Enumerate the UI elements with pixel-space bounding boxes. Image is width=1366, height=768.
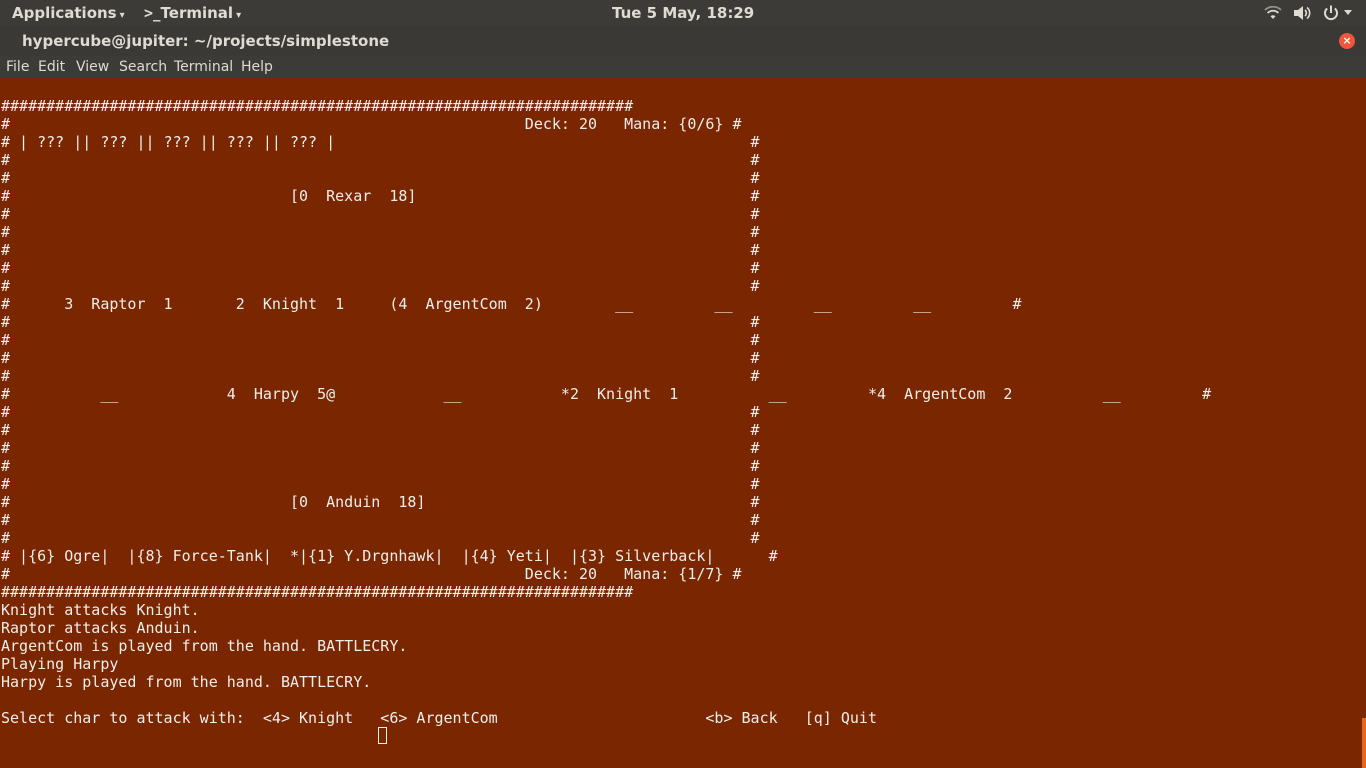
terminal-icon: >: [144, 4, 154, 22]
applications-menu[interactable]: Applications ▾: [12, 3, 125, 23]
terminal-line: Raptor attacks Anduin.: [1, 619, 200, 637]
terminal-line: # #: [1, 169, 760, 187]
terminal-line: # Deck: 20 Mana: {1/7} #: [1, 565, 742, 583]
terminal-line: Harpy is played from the hand. BATTLECRY…: [1, 673, 372, 691]
menubar: File Edit View Search Terminal Help: [0, 56, 1366, 78]
menu-terminal[interactable]: Terminal: [174, 56, 233, 78]
active-app-label: _Terminal: [153, 4, 234, 22]
terminal-line: # 3 Raptor 1 2 Knight 1 (4 ArgentCom 2) …: [1, 295, 1022, 313]
terminal-output: ########################################…: [1, 97, 1211, 727]
terminal-line: Playing Harpy: [1, 655, 119, 673]
terminal-line: # #: [1, 529, 760, 547]
terminal-line: # #: [1, 331, 760, 349]
menu-help[interactable]: Help: [241, 56, 273, 78]
terminal-line: # #: [1, 439, 760, 457]
terminal-line: # #: [1, 313, 760, 331]
scrollbar-thumb[interactable]: [1362, 718, 1366, 768]
terminal-line: # #: [1, 475, 760, 493]
terminal-line: # #: [1, 223, 760, 241]
terminal-line: # #: [1, 457, 760, 475]
menu-view[interactable]: View: [76, 56, 109, 78]
close-icon: ×: [1342, 34, 1352, 47]
power-icon[interactable]: [1322, 4, 1340, 22]
chevron-down-icon: ▾: [236, 10, 242, 21]
top-panel: Applications ▾ >_Terminal ▾ Tue 5 May, 18:…: [0, 0, 1366, 26]
terminal-line: # #: [1, 205, 760, 223]
terminal-line: # Deck: 20 Mana: {0/6} #: [1, 115, 742, 133]
terminal-line: # #: [1, 259, 760, 277]
terminal-line: Knight attacks Knight.: [1, 601, 200, 619]
window-title: hypercube@jupiter: ~/projects/simpleston…: [22, 32, 390, 50]
menu-edit[interactable]: Edit: [38, 56, 65, 78]
terminal-line: # | ??? || ??? || ??? || ??? || ??? | #: [1, 133, 760, 151]
clock[interactable]: Tue 5 May, 18:29: [612, 3, 754, 23]
terminal-line: # #: [1, 277, 760, 295]
terminal-line: ########################################…: [1, 97, 634, 115]
terminal-line: # #: [1, 151, 760, 169]
terminal-line: # #: [1, 421, 760, 439]
active-app-menu[interactable]: >_Terminal ▾: [140, 1, 241, 25]
terminal-line: # #: [1, 349, 760, 367]
terminal-area[interactable]: ########################################…: [0, 78, 1366, 768]
menu-search[interactable]: Search: [119, 56, 167, 78]
terminal-line: # #: [1, 403, 760, 421]
terminal-line: # #: [1, 241, 760, 259]
window-titlebar[interactable]: hypercube@jupiter: ~/projects/simpleston…: [0, 26, 1366, 56]
terminal-line: ArgentCom is played from the hand. BATTL…: [1, 637, 408, 655]
chevron-down-icon: ▾: [119, 10, 125, 21]
terminal-line: # [0 Rexar 18] #: [1, 187, 760, 205]
applications-label: Applications: [12, 4, 117, 22]
terminal-line: # #: [1, 367, 760, 385]
terminal-line: # __ 4 Harpy 5@ __ *2 Knight 1 __ *4 Arg…: [1, 385, 1212, 403]
terminal-line: Select char to attack with: <4> Knight <…: [1, 709, 877, 727]
wifi-icon[interactable]: [1264, 4, 1282, 22]
terminal-line: # #: [1, 511, 760, 529]
volume-icon[interactable]: [1292, 4, 1312, 22]
terminal-line: # [0 Anduin 18] #: [1, 493, 760, 511]
chevron-down-icon[interactable]: [1343, 9, 1353, 17]
terminal-line: ########################################…: [1, 583, 634, 601]
text-cursor: [378, 727, 387, 744]
close-button[interactable]: ×: [1339, 33, 1355, 49]
terminal-line: # |{6} Ogre| |{8} Force-Tank| *|{1} Y.Dr…: [1, 547, 778, 565]
menu-file[interactable]: File: [6, 56, 29, 78]
